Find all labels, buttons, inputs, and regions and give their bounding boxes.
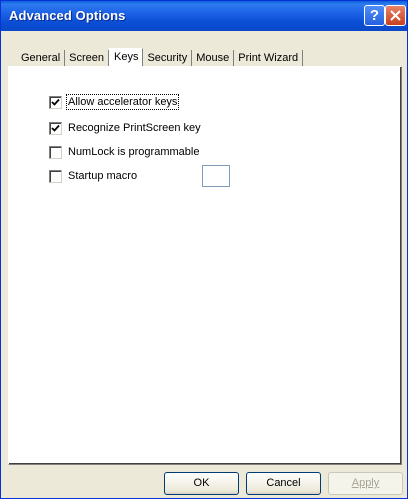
option-label: Allow accelerator keys [65,94,180,110]
recognize-printscreen-key-checkbox[interactable] [49,121,62,135]
help-button[interactable]: ? [364,5,385,26]
option-label: Recognize PrintScreen key [68,122,201,134]
option-label: Startup macro [68,170,138,182]
numlock-programmable-checkbox[interactable] [49,145,62,159]
help-icon: ? [369,7,380,24]
tab-label: General [21,52,61,64]
ok-button[interactable]: OK [164,472,239,495]
cancel-button[interactable]: Cancel [246,472,321,495]
close-button[interactable] [385,5,406,26]
allow-accelerator-keys-checkbox[interactable] [49,95,62,109]
advanced-options-dialog: Advanced Options ? General Screen Keys S… [0,0,408,499]
ok-label: OK [193,477,210,489]
window-title: Advanced Options [9,8,126,23]
option-label: NumLock is programmable [68,146,200,158]
tab-label: Screen [69,52,104,64]
option-allow-accelerator-keys[interactable]: Allow accelerator keys [49,94,180,110]
cancel-label: Cancel [266,477,301,489]
apply-label: Apply [351,477,380,489]
option-numlock-programmable[interactable]: NumLock is programmable [49,145,199,159]
keys-tab-panel: Allow accelerator keys Recognize PrintSc… [8,66,402,465]
checkmark-icon [51,124,60,132]
tab-strip: General Screen Keys Security Mouse Print… [17,48,304,68]
tab-keys[interactable]: Keys [109,48,144,68]
apply-button[interactable]: Apply [328,472,403,495]
startup-macro-checkbox[interactable] [49,169,62,183]
tab-label: Print Wizard [238,52,299,64]
close-icon [390,10,401,21]
checkmark-icon [51,98,60,106]
tab-label: Security [147,52,188,64]
option-startup-macro[interactable]: Startup macro [49,169,137,183]
startup-macro-field[interactable] [202,165,230,187]
tab-label: Keys [114,51,139,63]
option-recognize-printscreen-key[interactable]: Recognize PrintScreen key [49,121,201,135]
tab-label: Mouse [196,52,230,64]
title-bar[interactable]: Advanced Options ? [1,1,407,31]
